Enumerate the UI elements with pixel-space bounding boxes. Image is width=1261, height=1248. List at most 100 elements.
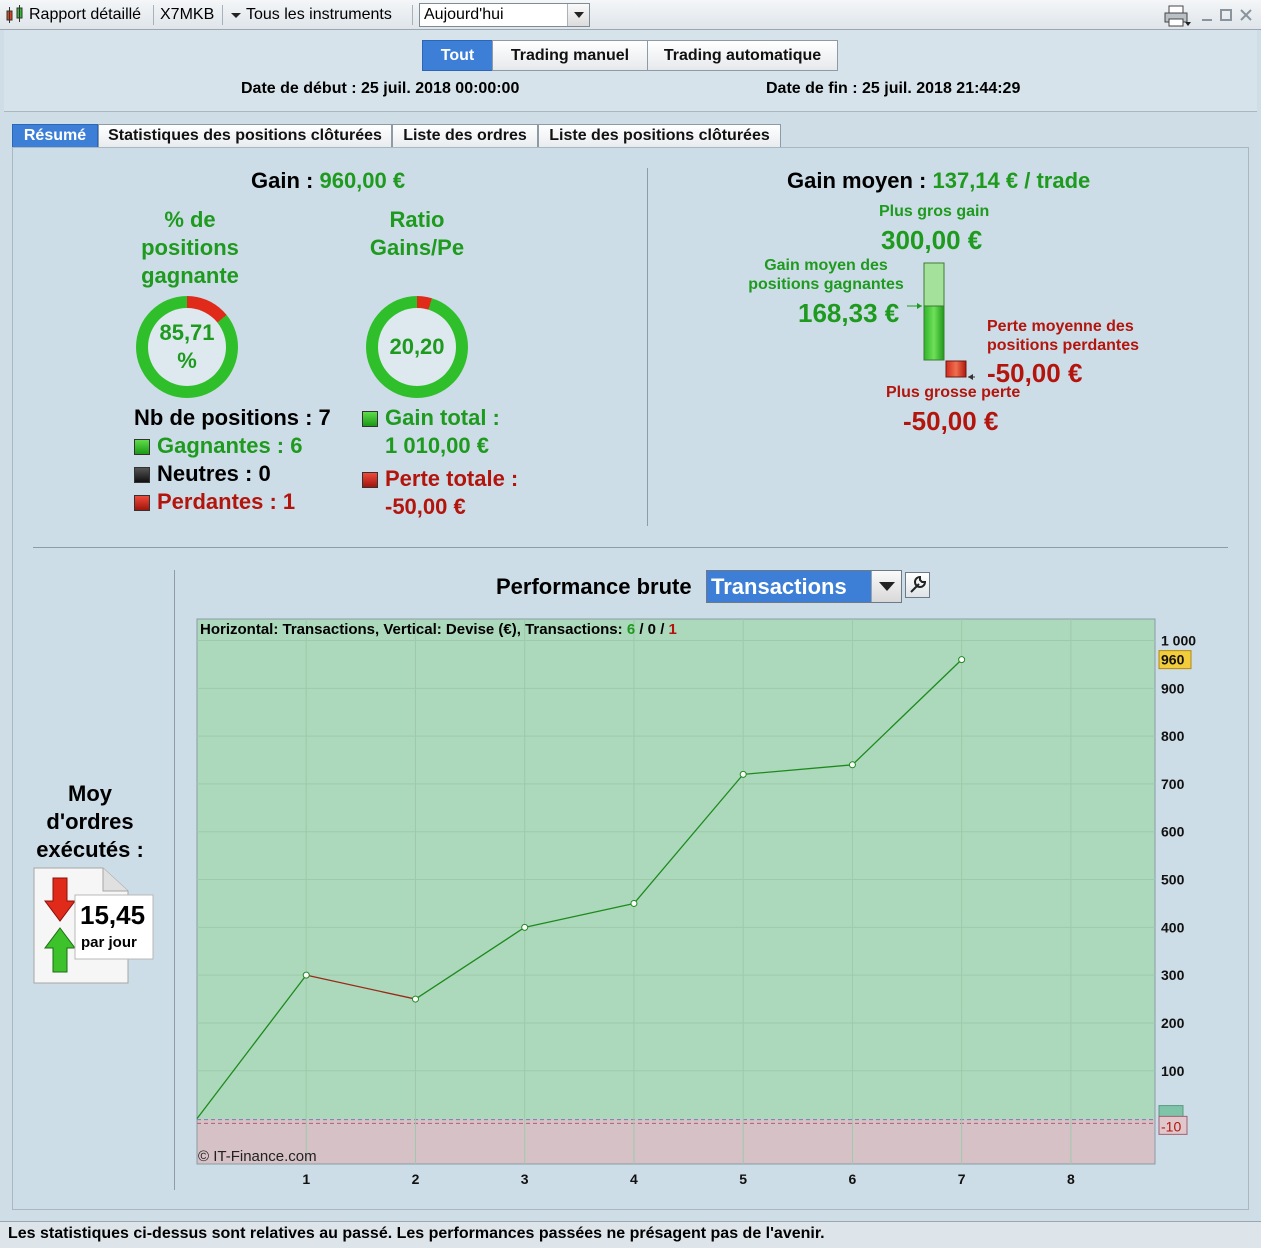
y-tick-label: 800	[1161, 728, 1185, 744]
win-rate-title-line: positions	[141, 235, 239, 260]
account-selector[interactable]: X7MKB	[160, 4, 214, 26]
maximize-icon[interactable]	[1219, 4, 1233, 26]
black-square-icon	[134, 467, 150, 483]
red-square-icon	[134, 495, 150, 511]
report-title: Rapport détaillé	[29, 6, 142, 23]
printer-icon[interactable]	[1163, 4, 1193, 27]
ratio-donut: 20,20	[366, 296, 468, 398]
chart-count-neutral: 0	[648, 621, 656, 638]
orders-per-day-unit: par jour	[81, 934, 137, 951]
tab-closed-stats[interactable]: Statistiques des positions clôturées	[98, 124, 392, 148]
mode-all-button[interactable]: Tout	[422, 40, 493, 71]
win-rate-title-line: % de	[164, 207, 216, 232]
chart-subtitle-prefix: Horizontal: Transactions, Vertical: Devi…	[200, 621, 623, 638]
biggest-loss-label: Plus grosse perte	[886, 384, 1021, 401]
close-icon[interactable]	[1239, 4, 1253, 26]
last-value-label: 960	[1161, 652, 1185, 668]
wrench-icon	[910, 575, 927, 593]
avg-loss-label-line: Perte moyenne des	[987, 318, 1134, 335]
y-tick-label: 600	[1161, 824, 1185, 840]
x-tick-label: 2	[412, 1171, 420, 1187]
biggest-loss-value: -50,00 €	[903, 406, 999, 436]
data-point	[411, 995, 419, 1003]
tab-summary[interactable]: Résumé	[12, 124, 98, 148]
chart-title: Performance brute	[496, 574, 692, 599]
positive-area	[197, 619, 1155, 1119]
period-select[interactable]: Aujourd'hui	[419, 3, 590, 27]
x-tick-label: 4	[630, 1171, 638, 1187]
ratio-value: 20,20	[389, 334, 445, 359]
avg-win-label-line: positions gagnantes	[748, 276, 904, 293]
data-point	[848, 761, 856, 769]
section-divider	[174, 570, 175, 1190]
ratio-title-line: Ratio	[389, 207, 445, 232]
avg-gain-value: 137,14 € / trade	[932, 168, 1091, 193]
data-point	[521, 923, 529, 931]
gain-loss-gauge	[907, 262, 975, 380]
orders-title: Moy d'ordres exécutés :	[28, 780, 152, 864]
total-gain-value: 1 010,00 €	[385, 433, 489, 458]
orders-title-line: exécutés :	[36, 837, 144, 862]
win-rate-title: % de positions gagnante	[128, 206, 252, 290]
x-tick-label: 6	[849, 1171, 857, 1187]
x-tick-label: 3	[521, 1171, 529, 1187]
avg-win-label-line: Gain moyen des	[764, 257, 888, 274]
x-tick-label: 1	[302, 1171, 310, 1187]
avg-gain-headline: Gain moyen : 137,14 € / trade	[787, 168, 1090, 194]
losers-count: Perdantes : 1	[157, 489, 296, 514]
green-square-icon	[134, 439, 150, 455]
biggest-gain-value: 300,00 €	[881, 225, 983, 255]
x-tick-label: 5	[739, 1171, 747, 1187]
chart-count-win: 6	[627, 621, 635, 638]
total-loss-label: Perte totale :	[385, 466, 519, 491]
data-point	[302, 971, 310, 979]
win-rate-number: 85,71	[159, 320, 215, 345]
data-point	[630, 899, 638, 907]
green-square-icon	[362, 411, 378, 427]
settings-button[interactable]	[905, 572, 930, 598]
total-loss-value: -50,00 €	[385, 494, 466, 519]
ratio-title: Ratio Gains/Pe	[362, 206, 472, 262]
positions-count: Nb de positions : 7	[134, 405, 331, 430]
ratio-title-line: Gains/Pe	[369, 235, 465, 260]
x-tick-label: 7	[958, 1171, 966, 1187]
neutrals-count: Neutres : 0	[157, 461, 271, 486]
avg-win-label: Gain moyen des positions gagnantes	[746, 256, 906, 294]
tab-orders[interactable]: Liste des ordres	[392, 124, 538, 148]
y-tick-label: 1 000	[1161, 633, 1196, 649]
win-rate-donut: 85,71 %	[136, 296, 238, 398]
chart-subtitle: Horizontal: Transactions, Vertical: Devi…	[200, 621, 677, 638]
data-point	[739, 770, 747, 778]
chart-type-select[interactable]: Transactions	[706, 570, 902, 603]
minimize-icon[interactable]	[1200, 4, 1214, 26]
win-rate-percent: %	[177, 348, 197, 373]
winners-count: Gagnantes : 6	[157, 433, 303, 458]
y-tick-label: 500	[1161, 872, 1185, 888]
y-tick-label: 200	[1161, 1015, 1185, 1031]
chart-count-loss: 1	[669, 621, 677, 638]
avg-win-value: 168,33 €	[798, 298, 900, 328]
instruments-selector[interactable]: Tous les instruments	[246, 4, 392, 26]
tab-closed-positions[interactable]: Liste des positions clôturées	[538, 124, 781, 148]
chevron-down-icon[interactable]	[230, 4, 242, 26]
mode-manual-button[interactable]: Trading manuel	[492, 40, 648, 71]
y-tick-label: 400	[1161, 919, 1185, 935]
negative-area	[197, 1118, 1155, 1164]
x-tick-label: 8	[1067, 1171, 1075, 1187]
y-tick-label: 100	[1161, 1063, 1185, 1079]
section-divider	[647, 168, 648, 526]
candlestick-icon	[4, 4, 26, 26]
period-select-value: Aujourd'hui	[424, 6, 504, 23]
orders-title-line: Moy	[68, 781, 112, 806]
y-tick-label: 900	[1161, 680, 1185, 696]
gain-label: Gain :	[251, 168, 314, 193]
end-date: Date de fin : 25 juil. 2018 21:44:29	[766, 80, 1021, 97]
orders-title-line: d'ordres	[46, 809, 134, 834]
gain-headline: Gain : 960,00 €	[251, 168, 405, 194]
title-bar: Rapport détaillé X7MKB Tous les instrume…	[0, 0, 1261, 30]
red-square-icon	[362, 472, 378, 488]
total-gain-label: Gain total :	[385, 405, 500, 430]
mode-auto-button[interactable]: Trading automatique	[647, 40, 838, 71]
chevron-down-icon[interactable]	[871, 571, 901, 602]
chevron-down-icon[interactable]	[567, 4, 589, 26]
